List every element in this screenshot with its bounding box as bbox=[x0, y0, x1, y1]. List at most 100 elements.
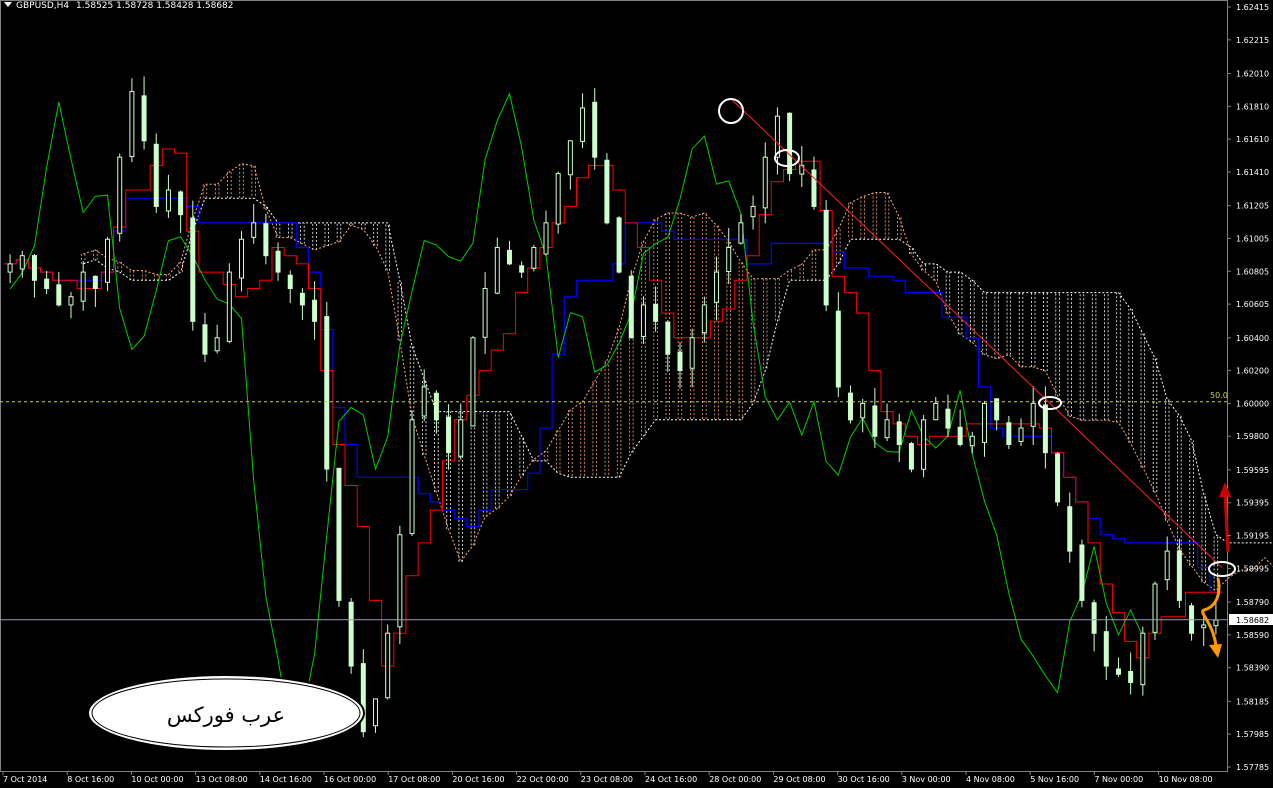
candle-body bbox=[446, 416, 452, 454]
candle-body bbox=[470, 337, 476, 427]
candle-body bbox=[592, 101, 598, 158]
candle-body bbox=[1103, 631, 1109, 667]
candle-body bbox=[336, 467, 342, 601]
candle-body bbox=[153, 143, 159, 207]
time-tick-label: 7 Oct 2014 bbox=[3, 775, 47, 784]
candle-body bbox=[1140, 632, 1146, 686]
price-tick-label: 1.58995 bbox=[1236, 564, 1269, 573]
candle-body bbox=[348, 601, 354, 667]
candle-body bbox=[1006, 422, 1012, 445]
candle-body bbox=[921, 419, 927, 470]
candle-body bbox=[1030, 402, 1036, 427]
candle-body bbox=[969, 435, 975, 447]
candle-body bbox=[1164, 550, 1170, 581]
candle-body bbox=[738, 222, 744, 244]
candle-body bbox=[117, 156, 123, 234]
candle-body bbox=[1201, 624, 1207, 629]
candle-body bbox=[251, 222, 257, 238]
candle-body bbox=[214, 337, 220, 352]
candle-body bbox=[372, 698, 378, 727]
candle-body bbox=[7, 263, 13, 273]
price-tick-label: 1.61810 bbox=[1236, 102, 1269, 111]
candle-body bbox=[1079, 544, 1085, 601]
time-tick-label: 29 Oct 08:00 bbox=[773, 775, 825, 784]
time-tick-label: 4 Nov 08:00 bbox=[966, 775, 1015, 784]
candle-body bbox=[555, 173, 561, 225]
price-tick-label: 1.58590 bbox=[1236, 631, 1269, 640]
price-tick-label: 1.58790 bbox=[1236, 598, 1269, 607]
time-tick-label: 20 Oct 16:00 bbox=[452, 775, 504, 784]
time-tick-label: 16 Oct 00:00 bbox=[324, 775, 376, 784]
candle-body bbox=[1128, 671, 1134, 683]
level-label: 50.0 bbox=[1210, 391, 1228, 400]
price-tick-label: 1.61610 bbox=[1236, 135, 1269, 144]
candle-body bbox=[1018, 427, 1024, 442]
candle-body bbox=[324, 316, 330, 470]
time-tick-label: 5 Nov 16:00 bbox=[1030, 775, 1079, 784]
candle-body bbox=[202, 324, 208, 355]
candle-body bbox=[312, 299, 318, 322]
price-tick-label: 1.60400 bbox=[1236, 334, 1269, 343]
price-tick-label: 1.61410 bbox=[1236, 168, 1269, 177]
candle-body bbox=[762, 156, 768, 209]
price-tick-label: 1.60000 bbox=[1236, 399, 1269, 408]
candle-body bbox=[860, 402, 866, 419]
price-tick-label: 1.57785 bbox=[1236, 763, 1269, 772]
candle-body bbox=[677, 351, 683, 372]
candle-body bbox=[506, 249, 512, 265]
time-tick-label: 14 Oct 16:00 bbox=[260, 775, 312, 784]
price-tick-label: 1.58390 bbox=[1236, 664, 1269, 673]
price-tick-label: 1.60605 bbox=[1236, 300, 1269, 309]
time-tick-label: 17 Oct 08:00 bbox=[388, 775, 440, 784]
candle-body bbox=[56, 284, 62, 306]
price-tick-label: 1.60805 bbox=[1236, 267, 1269, 276]
time-tick-label: 30 Oct 16:00 bbox=[838, 775, 890, 784]
candle-body bbox=[701, 304, 707, 334]
price-tick-label: 1.60200 bbox=[1236, 367, 1269, 376]
time-tick-label: 28 Oct 00:00 bbox=[709, 775, 761, 784]
candle-body bbox=[385, 632, 391, 699]
candle-body bbox=[640, 304, 646, 337]
price-tick-label: 1.61205 bbox=[1236, 202, 1269, 211]
candle-body bbox=[31, 255, 37, 281]
candle-body bbox=[908, 443, 914, 470]
time-tick-label: 23 Oct 08:00 bbox=[581, 775, 633, 784]
candle-body bbox=[519, 265, 525, 273]
candle-body bbox=[226, 271, 232, 342]
candle-body bbox=[750, 205, 756, 218]
candle-body bbox=[129, 91, 135, 158]
price-tick-label: 1.61005 bbox=[1236, 234, 1269, 243]
price-tick-label: 1.62415 bbox=[1236, 3, 1269, 12]
candle-body bbox=[604, 159, 610, 224]
candle-body bbox=[835, 310, 841, 388]
candle-body bbox=[531, 246, 537, 269]
candle-body bbox=[92, 275, 98, 290]
candle-body bbox=[957, 426, 963, 445]
price-tick-label: 1.59800 bbox=[1236, 432, 1269, 441]
candle-body bbox=[68, 296, 74, 306]
candle-body bbox=[628, 275, 634, 339]
candle-body bbox=[896, 421, 902, 445]
candle-body bbox=[44, 278, 50, 290]
price-tick-label: 1.57985 bbox=[1236, 730, 1269, 739]
candle-body bbox=[714, 271, 720, 303]
candle-body bbox=[1115, 668, 1121, 675]
time-tick-label: 22 Oct 00:00 bbox=[517, 775, 569, 784]
price-tick-label: 1.59395 bbox=[1236, 499, 1269, 508]
candle-body bbox=[665, 321, 671, 355]
candle-body bbox=[567, 140, 573, 176]
time-tick-label: 24 Oct 16:00 bbox=[645, 775, 697, 784]
candle-body bbox=[397, 534, 403, 628]
time-tick-label: 3 Nov 00:00 bbox=[902, 775, 951, 784]
candle-body bbox=[981, 402, 987, 443]
candle-body bbox=[299, 292, 305, 306]
candle-body bbox=[823, 209, 829, 306]
candle-body bbox=[190, 217, 196, 322]
candle-body bbox=[1042, 404, 1048, 454]
candle-body bbox=[945, 408, 951, 429]
candle-body bbox=[653, 303, 659, 322]
candle-body bbox=[1213, 619, 1219, 627]
chart-canvas[interactable]: 1.62415 1.62215 1.62010 1.61810 1.61610 1.614… bbox=[0, 0, 1273, 788]
candle-body bbox=[458, 419, 464, 457]
candle-body bbox=[19, 255, 25, 270]
